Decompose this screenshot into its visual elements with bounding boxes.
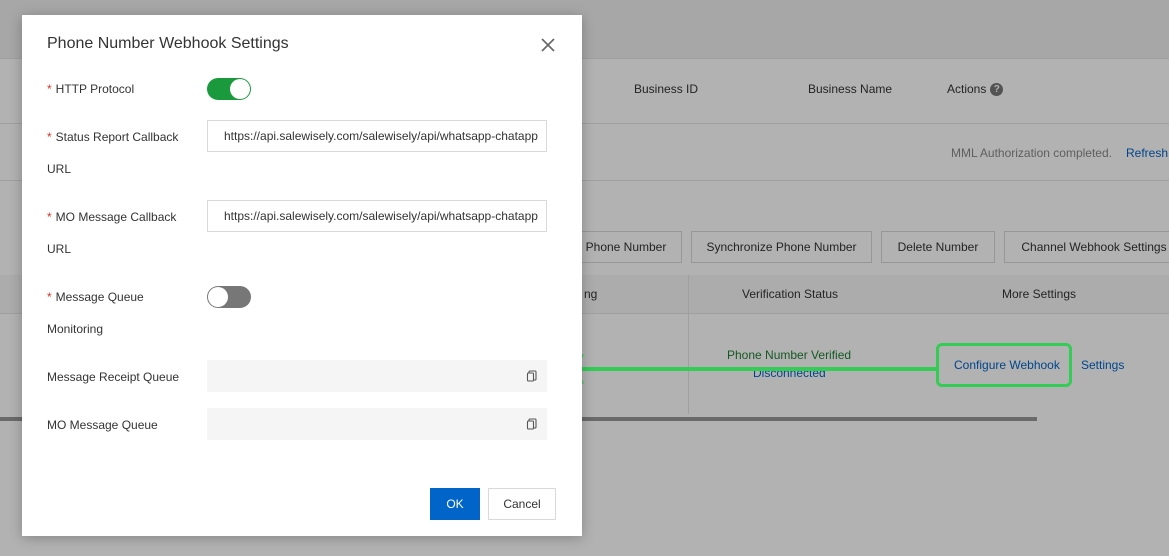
- http-protocol-label: * HTTP Protocol: [47, 73, 134, 105]
- mq-monitoring-label-line2: Monitoring: [47, 322, 104, 336]
- http-protocol-label-text: HTTP Protocol: [55, 82, 135, 96]
- required-mark: *: [47, 290, 52, 304]
- dialog-title: Phone Number Webhook Settings: [47, 35, 289, 52]
- toggle-knob: [208, 287, 228, 307]
- close-icon[interactable]: [538, 35, 558, 55]
- mq-monitoring-label-text: Message Queue: [55, 290, 144, 304]
- mo-message-url-input[interactable]: https://api.salewisely.com/salewisely/ap…: [207, 200, 547, 232]
- webhook-settings-dialog: Phone Number Webhook Settings * HTTP Prot…: [22, 15, 582, 536]
- status-report-url-label-text: Status Report Callback: [55, 130, 179, 144]
- mo-queue-label: MO Message Queue: [47, 418, 158, 432]
- required-mark: *: [47, 130, 52, 144]
- status-report-url-input[interactable]: https://api.salewisely.com/salewisely/ap…: [207, 120, 547, 152]
- mq-monitoring-toggle[interactable]: [207, 286, 251, 308]
- mq-monitoring-label: * Message Queue: [47, 281, 144, 313]
- receipt-queue-input: [207, 360, 547, 392]
- ok-button[interactable]: OK: [430, 488, 480, 520]
- toggle-knob: [230, 79, 250, 99]
- status-report-url-label: * Status Report Callback: [47, 121, 178, 153]
- mo-message-url-label: * MO Message Callback: [47, 201, 176, 233]
- copy-icon[interactable]: [526, 418, 538, 430]
- receipt-queue-label: Message Receipt Queue: [47, 370, 180, 384]
- cancel-button[interactable]: Cancel: [488, 488, 556, 520]
- mo-message-url-label-text: MO Message Callback: [55, 210, 177, 224]
- required-mark: *: [47, 210, 52, 224]
- copy-icon[interactable]: [526, 370, 538, 382]
- status-report-url-label-line2: URL: [47, 162, 72, 176]
- mo-queue-input: [207, 408, 547, 440]
- mo-message-url-label-line2: URL: [47, 242, 72, 256]
- http-protocol-toggle[interactable]: [207, 78, 251, 100]
- required-mark: *: [47, 82, 52, 96]
